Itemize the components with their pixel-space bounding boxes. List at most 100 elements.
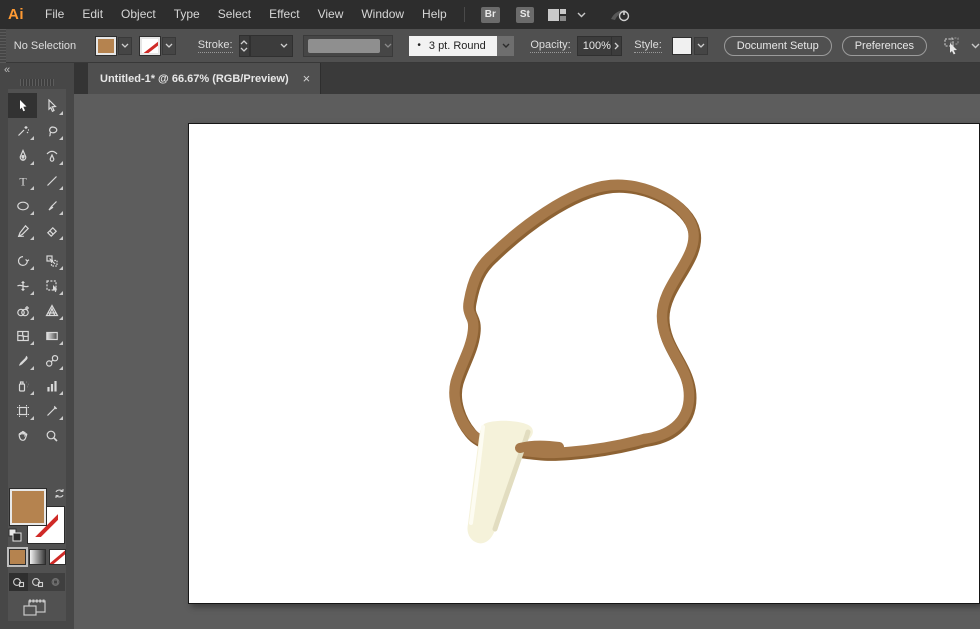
brush-preview-dot: • — [417, 40, 421, 51]
document-setup-button[interactable]: Document Setup — [723, 35, 832, 56]
eyedropper-tool[interactable] — [8, 348, 37, 373]
color-mode-buttons — [7, 547, 66, 567]
chevron-down-icon[interactable] — [577, 12, 586, 18]
menu-file[interactable]: File — [36, 0, 73, 29]
none-button[interactable] — [49, 549, 66, 565]
brush-definition-dropdown[interactable]: • 3 pt. Round — [409, 35, 515, 56]
tools-panel: « T — [0, 63, 74, 629]
stroke-weight-stepper[interactable] — [238, 34, 250, 57]
rotate-tool[interactable] — [8, 248, 37, 273]
drawing-mode-buttons — [9, 573, 65, 591]
change-screen-mode-icon[interactable] — [22, 599, 48, 624]
symbol-sprayer-tool[interactable] — [8, 373, 37, 398]
bridge-button[interactable]: Br — [480, 6, 500, 23]
type-tool[interactable]: T — [8, 168, 37, 193]
necklace-artwork — [449, 179, 702, 544]
menu-window[interactable]: Window — [352, 0, 413, 29]
ellipse-tool[interactable] — [8, 193, 37, 218]
tools-panel-grip[interactable] — [20, 79, 54, 86]
menu-separator — [463, 7, 465, 22]
power-icon[interactable] — [609, 7, 631, 23]
app-logo-icon: Ai — [8, 6, 24, 23]
cord — [449, 179, 699, 459]
menu-effect[interactable]: Effect — [260, 0, 308, 29]
direct-selection-tool[interactable] — [37, 93, 66, 118]
draw-inside-button[interactable] — [46, 573, 65, 591]
workspace-switcher-icon[interactable] — [547, 8, 567, 22]
menu-bar: Ai File Edit Object Type Select Effect V… — [0, 0, 980, 29]
scale-tool[interactable] — [37, 248, 66, 273]
width-profile-preview — [308, 38, 381, 53]
selection-tool[interactable] — [8, 93, 37, 118]
menu-object[interactable]: Object — [112, 0, 165, 29]
brush-definition-chevron[interactable] — [497, 35, 515, 56]
menu-edit[interactable]: Edit — [73, 0, 112, 29]
gradient-button[interactable] — [29, 549, 46, 565]
style-swatch[interactable] — [671, 36, 692, 55]
default-fill-stroke-icon[interactable] — [8, 528, 22, 547]
width-profile-dropdown[interactable] — [303, 34, 394, 57]
lasso-tool[interactable] — [37, 118, 66, 143]
preferences-button[interactable]: Preferences — [841, 35, 927, 56]
stroke-color-dropdown[interactable] — [161, 36, 176, 55]
fill-swatch[interactable] — [9, 488, 47, 526]
illustrator-window: Ai File Edit Object Type Select Effect V… — [0, 0, 980, 629]
stroke-color-swatch-none[interactable] — [138, 35, 161, 56]
shape-builder-tool[interactable] — [8, 298, 37, 323]
shaper-tool[interactable] — [8, 218, 37, 243]
selection-status: No Selection — [13, 39, 77, 52]
stock-button[interactable]: St — [515, 6, 534, 23]
free-transform-tool[interactable] — [37, 273, 66, 298]
select-similar-control[interactable] — [942, 37, 980, 55]
select-similar-icon — [944, 37, 959, 54]
blend-tool[interactable] — [37, 348, 66, 373]
brush-definition-field[interactable]: • 3 pt. Round — [409, 35, 498, 56]
style-chevron[interactable] — [693, 36, 708, 55]
menu-view[interactable]: View — [309, 0, 353, 29]
document-tab-title: Untitled-1* @ 66.67% (RGB/Preview) — [100, 72, 289, 85]
artboard-tool[interactable] — [8, 398, 37, 423]
slice-tool[interactable] — [37, 398, 66, 423]
document-canvas[interactable] — [74, 94, 980, 629]
width-tool[interactable] — [8, 273, 37, 298]
gradient-tool[interactable] — [37, 323, 66, 348]
column-graph-tool[interactable] — [37, 373, 66, 398]
draw-behind-button[interactable] — [28, 573, 47, 591]
fill-color-swatch[interactable] — [94, 35, 117, 56]
opacity-flyout-button[interactable] — [611, 35, 623, 56]
stroke-weight-dropdown[interactable] — [249, 34, 294, 57]
swap-fill-stroke-icon[interactable] — [53, 487, 66, 505]
pen-tool[interactable] — [8, 143, 37, 168]
fill-color-control[interactable] — [94, 35, 132, 56]
opacity-label[interactable]: Opacity: — [530, 39, 571, 53]
artboard[interactable] — [188, 123, 980, 604]
zoom-tool[interactable] — [37, 423, 66, 448]
curvature-tool[interactable] — [37, 143, 66, 168]
mesh-tool[interactable] — [8, 323, 37, 348]
magic-wand-tool[interactable] — [8, 118, 37, 143]
fill-color-dropdown[interactable] — [117, 36, 132, 55]
line-segment-tool[interactable] — [37, 168, 66, 193]
cord-front-segment — [515, 440, 564, 453]
panel-grip[interactable] — [0, 28, 6, 63]
control-bar: No Selection Stroke: • 3 pt. Round Opaci… — [0, 28, 980, 63]
style-label[interactable]: Style: — [634, 39, 662, 53]
perspective-grid-tool[interactable] — [37, 298, 66, 323]
paintbrush-tool[interactable] — [37, 193, 66, 218]
stroke-weight-label[interactable]: Stroke: — [197, 39, 233, 53]
menu-help[interactable]: Help — [413, 0, 456, 29]
collapse-panel-icon[interactable]: « — [4, 64, 10, 76]
style-dropdown[interactable] — [671, 36, 708, 55]
menu-type[interactable]: Type — [165, 0, 209, 29]
document-tab[interactable]: Untitled-1* @ 66.67% (RGB/Preview) × — [88, 63, 322, 94]
color-button[interactable] — [7, 547, 28, 567]
close-icon[interactable]: × — [303, 71, 311, 86]
hand-tool[interactable] — [8, 423, 37, 448]
opacity-input[interactable]: 100% — [576, 35, 612, 56]
menu-select[interactable]: Select — [209, 0, 260, 29]
svg-text:T: T — [19, 174, 27, 188]
draw-normal-button[interactable] — [9, 573, 28, 591]
eraser-tool[interactable] — [37, 218, 66, 243]
toolbar: T — [7, 89, 66, 624]
stroke-color-control[interactable] — [138, 35, 176, 56]
